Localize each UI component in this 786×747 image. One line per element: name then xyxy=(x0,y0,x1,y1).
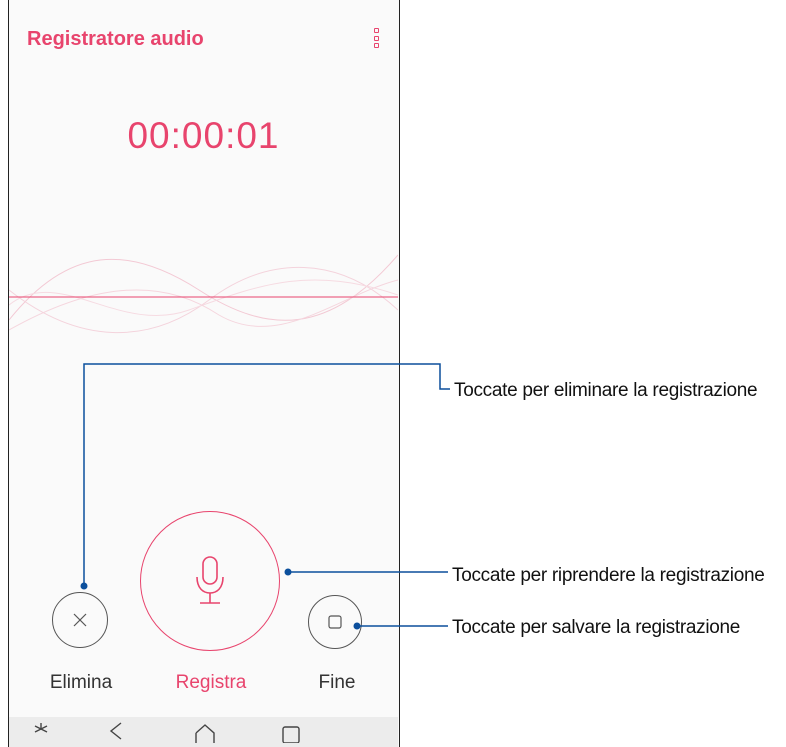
phone-screen: Registratore audio 00:00:01 Elimina Regi… xyxy=(8,0,400,747)
close-icon xyxy=(73,613,87,627)
manual-page: Registratore audio 00:00:01 Elimina Regi… xyxy=(0,0,786,747)
stop-label: Fine xyxy=(318,672,356,693)
navigation-bar xyxy=(9,717,398,747)
microphone-icon xyxy=(196,556,224,604)
stop-icon xyxy=(328,615,342,629)
stop-button[interactable] xyxy=(308,595,362,649)
waveform-visualization xyxy=(9,254,398,333)
recording-timer: 00:00:01 xyxy=(127,115,280,156)
callout-save: Toccate per salvare la registrazione xyxy=(452,617,741,638)
app-title: Registratore audio xyxy=(27,28,204,50)
delete-label: Elimina xyxy=(49,672,113,693)
assistant-icon[interactable] xyxy=(33,721,49,743)
callout-delete: Toccate per eliminare la registrazione xyxy=(454,380,758,401)
recent-apps-icon[interactable] xyxy=(281,721,301,743)
delete-button[interactable] xyxy=(52,592,108,648)
callout-record: Toccate per riprendere la registrazione xyxy=(452,565,765,586)
home-icon[interactable] xyxy=(194,721,216,743)
back-icon[interactable] xyxy=(108,721,124,743)
record-label: Registra xyxy=(175,672,247,693)
more-options-icon[interactable] xyxy=(372,28,380,48)
record-button[interactable] xyxy=(140,511,280,651)
